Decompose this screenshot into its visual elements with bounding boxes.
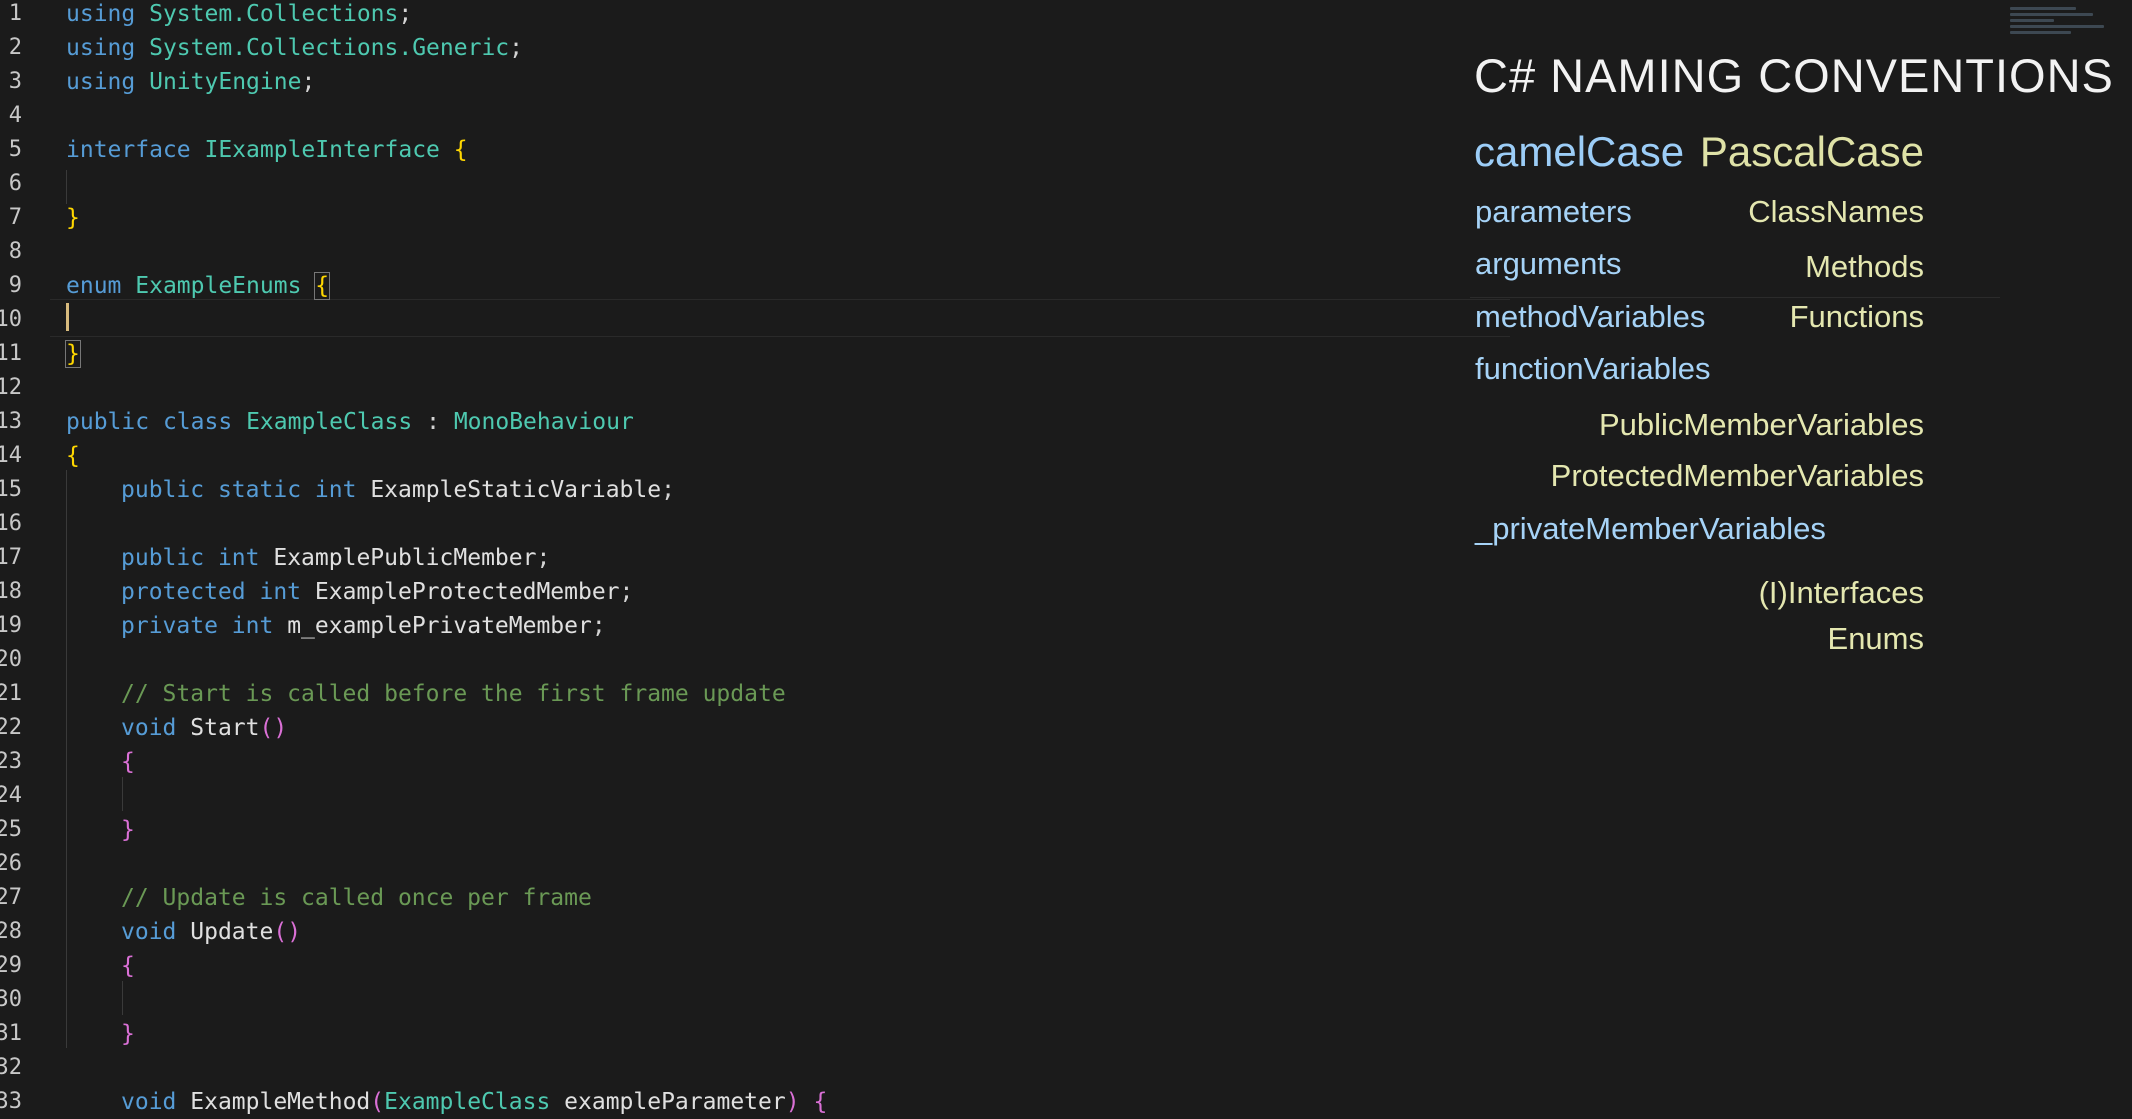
camelcase-item: parameters: [1475, 194, 1632, 229]
naming-conventions-overlay: C# NAMING CONVENTIONS camelCase PascalCa…: [1470, 48, 2113, 688]
line-number: 22: [0, 715, 22, 740]
code-line: using UnityEngine;: [66, 69, 316, 95]
line-number: 3: [8, 69, 22, 94]
code-line: }: [121, 1021, 135, 1047]
line-number: 26: [0, 851, 22, 876]
line-number: 18: [0, 579, 22, 604]
line-number: 4: [8, 103, 22, 128]
line-number: 19: [0, 613, 22, 638]
code-line: public int ExamplePublicMember;: [121, 545, 551, 571]
line-number: 30: [0, 987, 22, 1012]
line-number: 17: [0, 545, 22, 570]
line-number-gutter: 1 2 3 4 5 6 7 8 9 10 11 12 13 14 15 16 1…: [0, 0, 46, 1118]
line-number: 33: [0, 1089, 22, 1114]
camelcase-item: functionVariables: [1475, 351, 1711, 386]
line-number: 20: [0, 647, 22, 672]
line-number: 2: [8, 35, 22, 60]
indent-guide: [66, 470, 67, 1048]
pascalcase-item: Methods: [1805, 249, 1924, 284]
line-number: 23: [0, 749, 22, 774]
pascalcase-item: (I)Interfaces: [1758, 575, 1924, 610]
code-line: enum ExampleEnums {: [66, 272, 331, 300]
code-line: // Update is called once per frame: [121, 885, 592, 911]
code-line: interface IExampleInterface {: [66, 137, 468, 163]
line-number: 9: [8, 273, 22, 298]
line-number: 1: [8, 1, 22, 26]
line-number: 8: [8, 239, 22, 264]
code-line: {: [121, 953, 135, 979]
pascalcase-item: ProtectedMemberVariables: [1550, 458, 1924, 493]
code-line: void Update(): [121, 919, 302, 945]
code-line: public static int ExampleStaticVariable;: [121, 477, 675, 503]
indent-guide: [122, 981, 123, 1015]
pascalcase-item: PublicMemberVariables: [1598, 407, 1924, 442]
line-number: 7: [8, 205, 22, 230]
code-line: }: [66, 205, 80, 231]
line-number: 25: [0, 817, 22, 842]
code-line: using System.Collections.Generic;: [66, 35, 523, 61]
line-number: 10: [0, 307, 22, 332]
code-line: {: [121, 749, 135, 775]
pascalcase-item: Enums: [1827, 621, 1924, 656]
camelcase-header: camelCase: [1474, 128, 1685, 175]
code-line: public class ExampleClass : MonoBehaviou…: [66, 409, 634, 435]
code-line: }: [121, 817, 135, 843]
code-line: using System.Collections;: [66, 1, 413, 27]
line-number: 29: [0, 953, 22, 978]
pascalcase-header: PascalCase: [1699, 128, 1924, 175]
line-number: 31: [0, 1021, 22, 1046]
line-number: 24: [0, 783, 22, 808]
code-line: void Start(): [121, 715, 288, 741]
code-line: // Start is called before the first fram…: [121, 681, 786, 707]
text-cursor: [66, 303, 69, 331]
line-number: 21: [0, 681, 22, 706]
line-number: 12: [0, 375, 22, 400]
camelcase-item: methodVariables: [1475, 299, 1706, 334]
pascalcase-item: Functions: [1789, 299, 1924, 334]
overlay-title: C# NAMING CONVENTIONS: [1474, 49, 2114, 102]
indent-guide: [66, 170, 67, 204]
code-line: {: [66, 443, 80, 469]
indent-guide: [122, 777, 123, 811]
code-line: private int m_examplePrivateMember;: [121, 613, 606, 639]
camelcase-item: _privateMemberVariables: [1475, 511, 1826, 546]
line-number: 5: [8, 137, 22, 162]
minimap[interactable]: [2010, 4, 2120, 54]
code-line: }: [65, 340, 81, 368]
line-number: 28: [0, 919, 22, 944]
line-number: 32: [0, 1055, 22, 1080]
line-number: 27: [0, 885, 22, 910]
current-line-highlight: [50, 299, 1510, 337]
code-line: void ExampleMethod(ExampleClass exampleP…: [121, 1089, 828, 1115]
line-number: 6: [8, 171, 22, 196]
line-number: 16: [0, 511, 22, 536]
line-number: 11: [0, 341, 22, 366]
code-line: protected int ExampleProtectedMember;: [121, 579, 634, 605]
pascalcase-item: ClassNames: [1748, 194, 1924, 229]
current-line-divider: [1470, 297, 2000, 298]
line-number: 14: [0, 443, 22, 468]
line-number: 15: [0, 477, 22, 502]
line-number: 13: [0, 409, 22, 434]
camelcase-item: arguments: [1475, 246, 1622, 281]
